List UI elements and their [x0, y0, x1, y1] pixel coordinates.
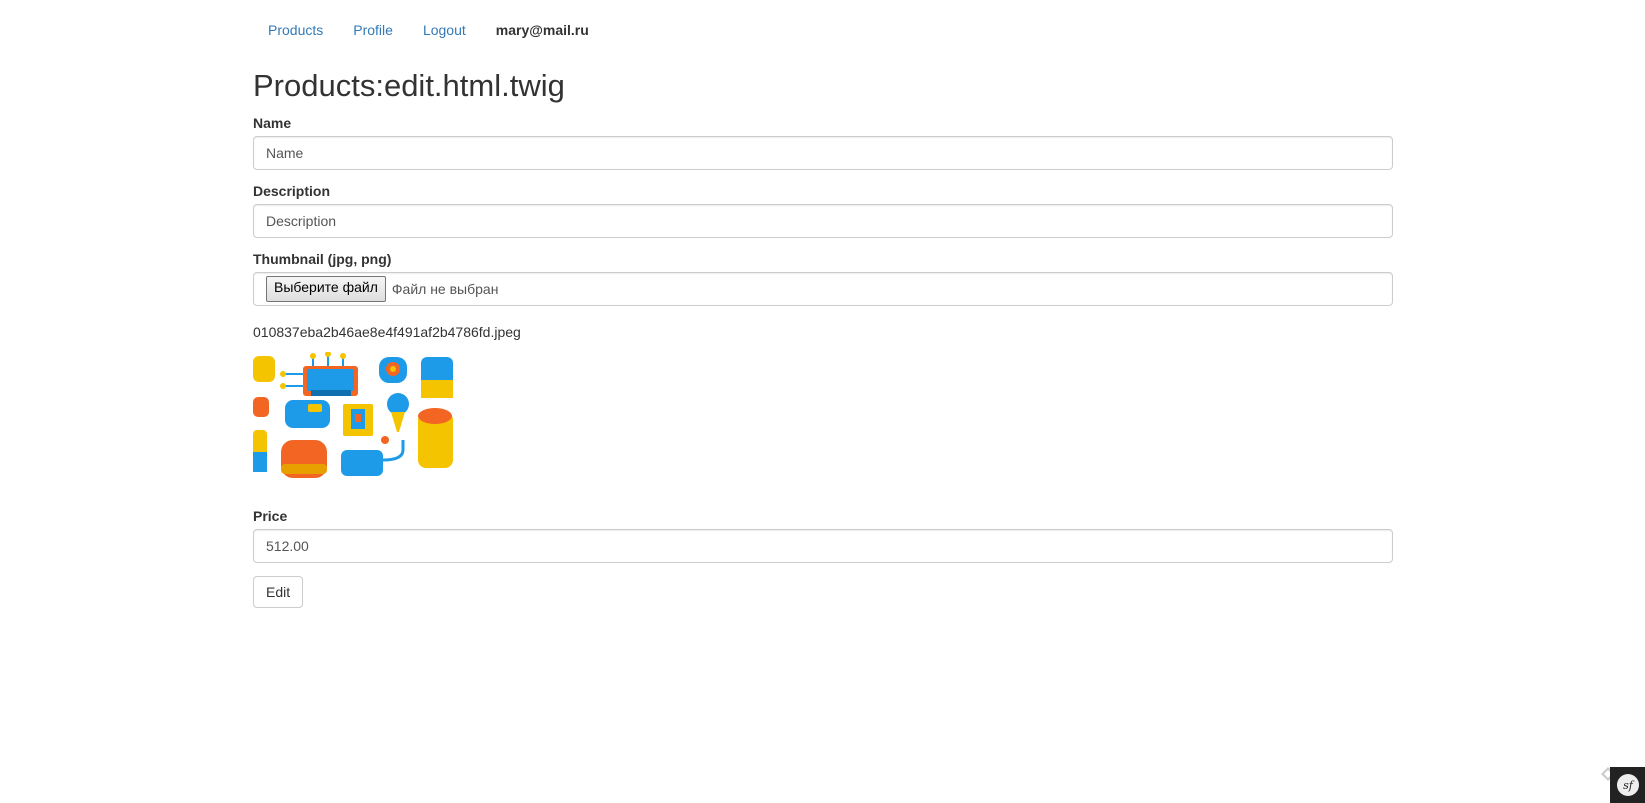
thumbnail-group: Thumbnail (jpg, png) Выберите файл Файл …: [253, 251, 1393, 307]
description-group: Description: [253, 183, 1393, 239]
nav-link-profile[interactable]: Profile: [338, 0, 408, 60]
name-group: Name: [253, 115, 1393, 171]
name-label: Name: [253, 115, 292, 132]
edit-button[interactable]: Edit: [253, 576, 304, 609]
product-thumbnail-image: [253, 352, 453, 489]
file-status: Файл не выбран: [391, 281, 499, 298]
name-input[interactable]: [253, 136, 1393, 171]
page-container: Products Profile Logout mary@mail.ru Pro…: [253, 0, 1393, 609]
user-email: mary@mail.ru: [495, 22, 589, 38]
description-label: Description: [253, 183, 331, 200]
current-filename: 010837eba2b46ae8e4f491af2b4786fd.jpeg: [253, 324, 521, 341]
top-nav: Products Profile Logout mary@mail.ru: [253, 0, 1393, 60]
page-title: Products:edit.html.twig: [253, 68, 565, 103]
nav-link-logout[interactable]: Logout: [408, 0, 481, 60]
choose-file-button[interactable]: Выберите файл: [266, 276, 386, 303]
description-input[interactable]: [253, 204, 1393, 239]
price-input[interactable]: [253, 529, 1393, 564]
symfony-icon: sf: [1616, 774, 1639, 796]
symfony-toolbar-button[interactable]: sf: [1610, 767, 1645, 803]
edit-product-form: Name Description Thumbnail (jpg, png) Вы…: [253, 115, 1393, 609]
thumbnail-file-input[interactable]: Выберите файл Файл не выбран: [253, 272, 1393, 307]
nav-link-products[interactable]: Products: [253, 0, 338, 60]
thumbnail-label: Thumbnail (jpg, png): [253, 251, 392, 268]
price-group: Price: [253, 508, 1393, 564]
price-label: Price: [253, 508, 288, 525]
